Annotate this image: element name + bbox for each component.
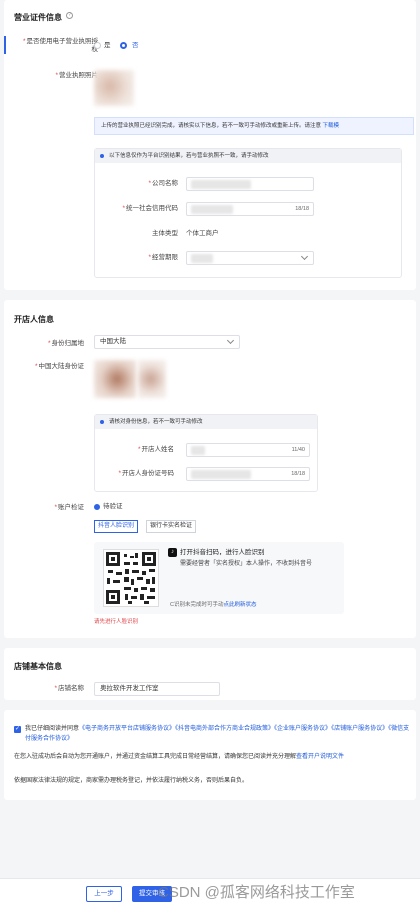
account-doc-link[interactable]: 查看开户说明文件 <box>296 754 344 760</box>
credit-code-label: *统一社会信用代码 <box>122 205 178 212</box>
account-verify-label: *账户检证 <box>54 504 84 511</box>
id-photo-label: *中国大陆身份证 <box>34 363 84 370</box>
section-title-license: 营业证件信息 <box>14 13 62 22</box>
pending-status-icon <box>94 504 100 510</box>
agreement-checkbox[interactable]: ✓ <box>14 726 21 733</box>
douyin-icon: ♪ <box>168 548 177 557</box>
id-region-label: *身份归属地 <box>47 340 84 347</box>
operating-period-label: *经营期限 <box>148 254 178 261</box>
refresh-status-link[interactable]: 点此刷新状态 <box>223 602 256 608</box>
shopkeeper-id-counter: 18/18 <box>291 471 305 477</box>
account-verify-status: 待验证 <box>103 503 123 510</box>
license-photo-label: *营业执照照片 <box>55 72 98 79</box>
tab-bank-card[interactable]: 银行卡实名检证 <box>146 520 197 533</box>
radio-no[interactable] <box>120 42 127 49</box>
license-detail-header: 以下信息仅作为平台识别结果，若与营业执照不一致，请手动修改 <box>95 149 401 163</box>
credit-code-input[interactable]: 18/18 <box>186 202 314 216</box>
subject-type-value: 个体工商户 <box>186 230 219 237</box>
qr-refresh-hint: C识别未完成时可手动点此刷新状态 <box>170 602 257 608</box>
operating-period-blurred <box>191 254 213 263</box>
subject-type-label: 主体类型 <box>152 230 178 237</box>
notice-link[interactable]: 下载模 <box>323 123 340 129</box>
prev-button[interactable]: 上一步 <box>86 886 122 902</box>
recognition-notice: 上传的营业执照已经识别完成，请核实以下信息，若不一致可手动修改或重新上传。请注意… <box>94 117 414 135</box>
qr-code[interactable] <box>103 549 159 607</box>
company-name-blurred <box>191 180 251 189</box>
tab-face-recognition[interactable]: 抖音人脸识别 <box>94 520 139 533</box>
radio-yes-label: 是 <box>104 42 111 49</box>
watermark: CSDN @孤客网络科技工作室 <box>158 884 355 901</box>
store-name-input[interactable]: 奥拉软件开发工作室 <box>94 682 220 696</box>
info-dot-icon <box>100 154 104 158</box>
agreement-line-2: 在您入驻成功后会自动为您开通账户，并通过资金结算工具完成日常经营结算，请确保您已… <box>14 754 345 760</box>
credit-code-blurred <box>191 205 233 214</box>
shopkeeper-id-blurred <box>191 470 251 479</box>
agreement-doc-4[interactable]: 《店铺账户服务协议》 <box>331 726 388 732</box>
shopkeeper-name-counter: 11/40 <box>291 447 305 453</box>
store-name-label: *店铺名称 <box>54 685 84 692</box>
info-dot-icon <box>100 420 104 424</box>
verify-error-text: 请先进行人脸识别 <box>94 619 139 625</box>
agreement-doc-1[interactable]: 《电子商务开放平台店铺服务协议》 <box>79 726 175 732</box>
shopkeeper-name-label: *开店人姓名 <box>137 446 174 453</box>
shopkeeper-id-label: *开店人身份证号码 <box>118 470 174 477</box>
qr-instruction-title: 打开抖音扫码，进行人脸识别 <box>180 549 265 556</box>
shopkeeper-name-blurred <box>191 446 205 455</box>
id-photo-front[interactable] <box>94 360 136 398</box>
identity-detail-header: 请核对身份信息，若不一致可手动修改 <box>95 415 317 429</box>
shopkeeper-id-input[interactable]: 18/18 <box>186 467 310 481</box>
operating-period-select[interactable] <box>186 251 314 265</box>
company-name-input[interactable] <box>186 177 314 191</box>
agreement-line-1: 我已仔细阅读并同意《电子商务开放平台店铺服务协议》《抖音电商外部合作方商业合规政… <box>25 726 410 742</box>
three-in-one-label: *是否使用电子营业执照授权 <box>22 38 98 53</box>
agreement-doc-2[interactable]: 《抖音电商外部合作方商业合规政策》 <box>175 726 274 732</box>
id-region-select[interactable]: 中国大陆 <box>94 335 240 349</box>
agreement-line-3: 依据国家法律法规的规定，商家需办理税务登记，并依法履行纳税义务，否则后果自负。 <box>14 778 249 784</box>
license-photo-thumbnail[interactable] <box>94 70 134 106</box>
credit-code-counter: 18/18 <box>295 206 309 212</box>
radio-yes[interactable] <box>94 42 101 49</box>
id-photo-back[interactable] <box>138 360 166 398</box>
chevron-down-icon <box>226 336 235 345</box>
company-name-label: *公司名称 <box>148 180 178 187</box>
radio-no-label: 否 <box>132 42 139 49</box>
help-icon[interactable]: ? <box>66 12 73 19</box>
agreement-doc-3[interactable]: 《企业账户服务协议》 <box>274 726 331 732</box>
active-field-indicator <box>4 36 6 54</box>
qr-instruction-detail: 需要经营者「实名授权」本人操作，不收到抖音号 <box>180 561 313 567</box>
section-title-store: 店铺基本信息 <box>14 662 62 671</box>
qr-code-icon <box>106 552 156 604</box>
shopkeeper-name-input[interactable]: 11/40 <box>186 443 310 457</box>
chevron-down-icon <box>300 252 309 261</box>
section-title-shopkeeper: 开店人信息 <box>14 315 54 324</box>
